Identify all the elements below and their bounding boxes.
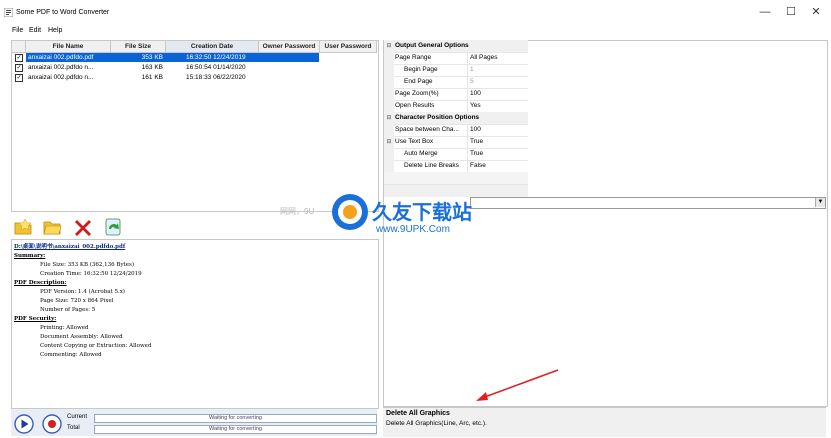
- creation-date-cell: 16:50:54 01/14/2020: [186, 64, 246, 71]
- property-value[interactable]: Yes: [470, 100, 528, 112]
- delete-icon[interactable]: [73, 217, 93, 237]
- info-printing: Printing: Allowed: [40, 325, 89, 331]
- minimize-button[interactable]: —: [752, 4, 778, 20]
- property-gutter: [384, 64, 394, 76]
- value-dropdown[interactable]: [470, 197, 826, 209]
- menu-help[interactable]: Help: [48, 27, 62, 34]
- current-progress-bar: Waiting for converting: [94, 414, 377, 423]
- property-value[interactable]: True: [470, 136, 528, 148]
- info-commenting: Commenting: Allowed: [40, 352, 102, 358]
- info-path: D:\桌面\说明书\anxaizai_002.pdfdo.pdf: [14, 244, 126, 250]
- row-checkbox[interactable]: ✓: [15, 54, 23, 62]
- info-pdf-description-heading: PDF Description:: [14, 280, 67, 286]
- table-corner: [12, 41, 26, 53]
- menu-edit[interactable]: Edit: [29, 27, 41, 34]
- property-name: Auto Merge: [404, 148, 468, 160]
- window-title: Some PDF to Word Converter: [16, 9, 110, 16]
- property-name: Space between Cha...: [395, 124, 468, 136]
- property-gutter: [384, 76, 394, 88]
- info-page-size: Page Size: 720 x 864 Pixel: [40, 298, 114, 304]
- collapse-toggle-icon[interactable]: ⊟: [384, 40, 394, 52]
- menu-bar: [0, 24, 831, 38]
- watermark-left-text: 网网，9U: [280, 207, 315, 216]
- chevron-down-icon[interactable]: ▼: [815, 198, 825, 207]
- property-name: Use Text Box: [395, 136, 468, 148]
- stop-icon[interactable]: [42, 414, 62, 434]
- close-button[interactable]: ✕: [803, 4, 829, 20]
- row-checkbox[interactable]: ✓: [15, 64, 23, 72]
- obscured-row: [384, 172, 528, 185]
- file-name-cell: anxaizai 002.pdfdo n...: [28, 74, 94, 81]
- property-name: Delete Line Breaks: [404, 160, 468, 172]
- menu-file[interactable]: File: [12, 27, 23, 34]
- property-gutter: [384, 124, 394, 136]
- file-size-cell: 161 KB: [141, 74, 163, 81]
- total-progress-label: Total: [67, 425, 80, 431]
- watermark-url: www.9UPK.Com: [376, 224, 450, 235]
- row-checkbox[interactable]: ✓: [15, 74, 23, 82]
- property-name: End Page: [404, 76, 468, 88]
- property-value[interactable]: True: [470, 148, 528, 160]
- info-content-copying: Content Copying or Extraction: Allowed: [40, 343, 152, 349]
- file-size-cell: 163 KB: [141, 64, 163, 71]
- app-icon: [4, 8, 13, 17]
- property-value[interactable]: 100: [470, 124, 528, 136]
- info-creation-time: Creation Time: 16:32:50 12/24/2019: [40, 271, 142, 277]
- creation-date-cell: 16:32:50 12/24/2019: [186, 54, 246, 61]
- description-text: Delete All Graphics(Line, Arc, etc.).: [386, 420, 487, 427]
- property-gutter: [384, 160, 394, 172]
- property-name: Begin Page: [404, 64, 468, 76]
- property-category-label: Character Position Options: [395, 114, 480, 121]
- info-file-size: File Size: 353 KB (362,136 Bytes): [40, 262, 134, 268]
- property-gutter: [384, 88, 394, 100]
- info-summary-heading: Summary:: [14, 253, 46, 259]
- maximize-button[interactable]: ☐: [778, 4, 804, 20]
- info-pdf-version: PDF Version: 1.4 (Acrobat 5.x): [40, 289, 125, 295]
- property-value[interactable]: False: [470, 160, 528, 172]
- property-gutter: [384, 148, 394, 160]
- title-bar: [0, 0, 831, 24]
- convert-play-icon[interactable]: [14, 414, 34, 434]
- property-value[interactable]: 1: [470, 64, 528, 76]
- property-category-label: Output General Options: [395, 42, 469, 49]
- property-value[interactable]: 100: [470, 88, 528, 100]
- info-security-heading: PDF Security:: [14, 316, 57, 322]
- file-name-cell: anxaizai 002.pdfdo n...: [28, 64, 94, 71]
- column-header-user-password[interactable]: User Password: [320, 41, 377, 53]
- file-info-panel: D:\桌面\说明书\anxaizai_002.pdfdo.pdf Summary…: [11, 239, 379, 409]
- property-gutter: [384, 52, 394, 64]
- add-file-icon[interactable]: [13, 217, 33, 237]
- refresh-icon[interactable]: [103, 217, 123, 237]
- description-title: Delete All Graphics: [386, 410, 450, 417]
- column-header-file-size[interactable]: File Size: [111, 41, 166, 53]
- info-document-assembly: Document Assembly: Allowed: [40, 334, 123, 340]
- watermark-logo-icon: [332, 194, 368, 230]
- red-arrow-annotation: [476, 369, 559, 401]
- property-name: Open Results: [395, 100, 468, 112]
- column-header-creation-date[interactable]: Creation Date: [166, 41, 259, 53]
- property-name: Page Range: [395, 52, 468, 64]
- watermark-title: 久友下载站: [372, 200, 472, 224]
- total-progress-bar: Waiting for converting: [94, 425, 377, 434]
- info-page-count: Number of Pages: 5: [40, 307, 96, 313]
- file-name-cell: anxaizai 002.pdfdo.pdf: [28, 54, 94, 61]
- file-size-cell: 353 KB: [141, 54, 163, 61]
- collapse-toggle-icon[interactable]: ⊟: [384, 112, 394, 124]
- current-progress-label: Current: [67, 414, 88, 420]
- property-value[interactable]: 5: [470, 76, 528, 88]
- property-name: Page Zoom(%): [395, 88, 468, 100]
- property-gutter: [384, 100, 394, 112]
- property-value[interactable]: All Pages: [470, 52, 528, 64]
- collapse-toggle-icon[interactable]: ⊟: [384, 136, 394, 148]
- creation-date-cell: 15:18:33 06/22/2020: [186, 74, 246, 81]
- column-header-file-name[interactable]: File Name: [26, 41, 111, 53]
- column-header-owner-password[interactable]: Owner Password: [259, 41, 320, 53]
- open-folder-icon[interactable]: [42, 217, 62, 237]
